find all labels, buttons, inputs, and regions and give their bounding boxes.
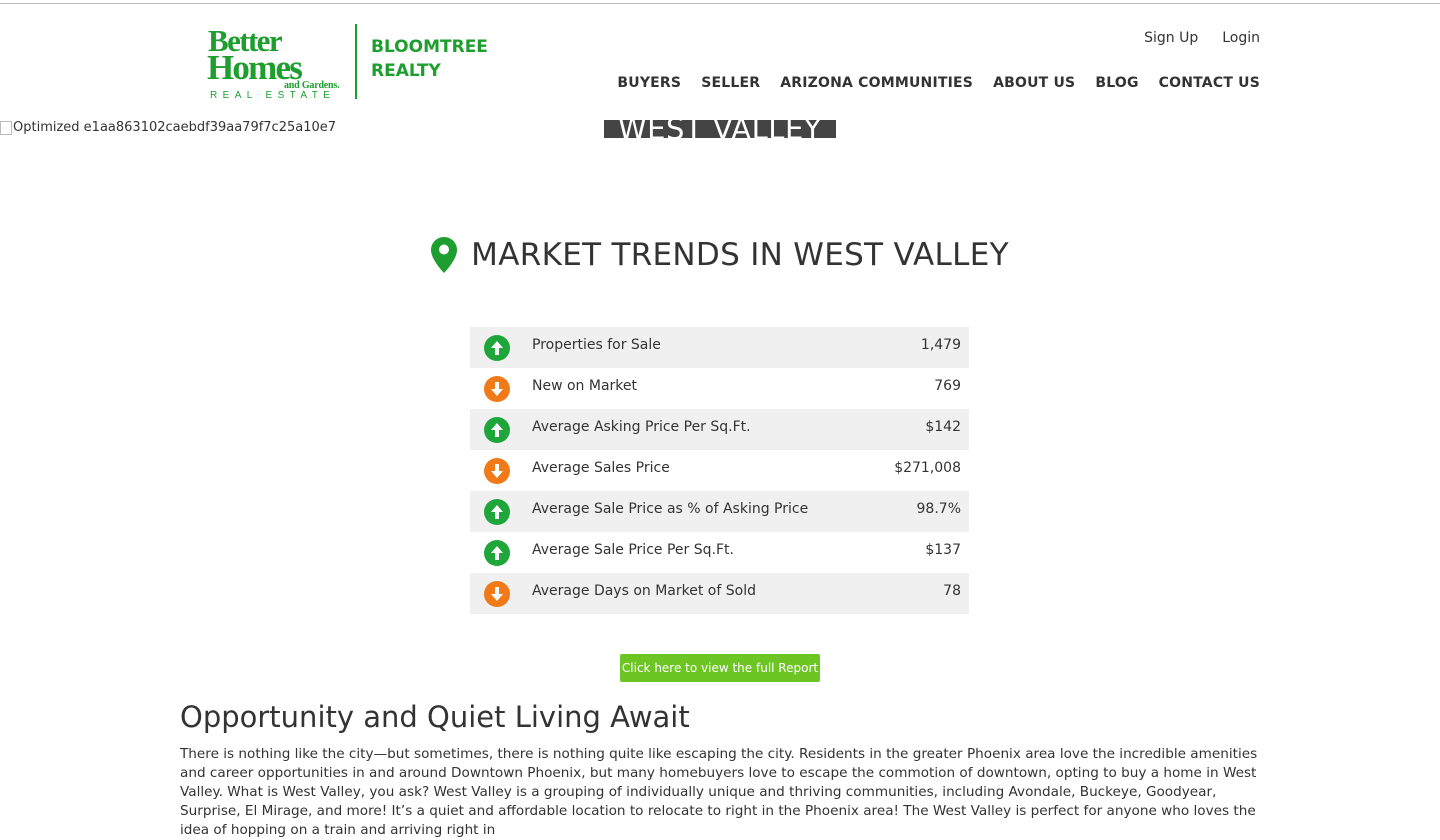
trend-down-icon	[484, 581, 510, 607]
logo-divider	[355, 24, 357, 99]
trend-down-icon	[484, 376, 510, 402]
stat-value: $271,008	[894, 460, 961, 476]
login-link[interactable]: Login	[1222, 30, 1260, 46]
nav-seller[interactable]: SELLER	[701, 75, 760, 91]
stat-value: $142	[925, 419, 961, 435]
full-report-button[interactable]: Click here to view the full Report	[620, 654, 820, 682]
brand-line-1: BLOOMTREE	[371, 37, 488, 57]
stat-row: Average Sale Price Per Sq.Ft. $137	[470, 532, 969, 573]
trend-up-icon	[484, 335, 510, 361]
trend-up-icon	[484, 540, 510, 566]
nav-buyers[interactable]: BUYERS	[617, 75, 681, 91]
stat-value: $137	[925, 542, 961, 558]
hero-image-broken: Optimized e1aa863102caebdf39aa79f7c25a10…	[0, 120, 336, 135]
nav-blog[interactable]: BLOG	[1095, 75, 1138, 91]
logo-brand-name: BLOOMTREE REALTY	[371, 35, 511, 83]
hero-banner-title: WEST VALLEY	[617, 120, 822, 138]
stat-label: Properties for Sale	[532, 337, 661, 353]
nav-contact-us[interactable]: CONTACT US	[1159, 75, 1260, 91]
nav-arizona-communities[interactable]: ARIZONA COMMUNITIES	[780, 75, 973, 91]
trend-down-icon	[484, 458, 510, 484]
nav-about-us[interactable]: ABOUT US	[993, 75, 1075, 91]
stat-row: Average Days on Market of Sold 78	[470, 573, 969, 614]
market-trends-title: MARKET TRENDS IN WEST VALLEY	[471, 237, 1009, 273]
section-heading: Opportunity and Quiet Living Await	[180, 700, 690, 734]
trend-up-icon	[484, 499, 510, 525]
stat-row: Average Sale Price as % of Asking Price …	[470, 491, 969, 532]
stat-label: Average Days on Market of Sold	[532, 583, 756, 599]
stat-label: Average Asking Price Per Sq.Ft.	[532, 419, 751, 435]
trend-up-icon	[484, 417, 510, 443]
stat-label: Average Sales Price	[532, 460, 670, 476]
bhg-logo: Better Homes and Gardens. REAL ESTATE	[207, 24, 347, 102]
stat-label: Average Sale Price as % of Asking Price	[532, 501, 809, 517]
stat-row: Properties for Sale 1,479	[470, 327, 969, 368]
stat-label: New on Market	[532, 378, 637, 394]
stat-label: Average Sale Price Per Sq.Ft.	[532, 542, 734, 558]
stat-value: 769	[934, 378, 961, 394]
hero-banner: WEST VALLEY	[604, 120, 836, 138]
brand-line-2: REALTY	[371, 61, 441, 81]
top-border	[0, 3, 1440, 4]
stat-value: 98.7%	[916, 501, 961, 517]
account-nav: Sign Up Login	[1144, 30, 1260, 46]
site-logo[interactable]: Better Homes and Gardens. REAL ESTATE BL…	[207, 24, 497, 102]
stat-row: Average Asking Price Per Sq.Ft. $142	[470, 409, 969, 450]
section-body-text: There is nothing like the city—but somet…	[180, 746, 1258, 838]
broken-image-icon	[0, 120, 12, 135]
market-trends-header: MARKET TRENDS IN WEST VALLEY	[0, 237, 1440, 273]
main-nav: BUYERS SELLER ARIZONA COMMUNITIES ABOUT …	[617, 75, 1260, 91]
stat-row: Average Sales Price $271,008	[470, 450, 969, 491]
stat-value: 1,479	[920, 337, 961, 353]
market-stats-table: Properties for Sale 1,479 New on Market …	[470, 327, 969, 614]
map-pin-icon	[431, 237, 458, 273]
logo-line-real-estate: REAL ESTATE	[210, 90, 336, 101]
stat-value: 78	[943, 583, 961, 599]
sign-up-link[interactable]: Sign Up	[1144, 30, 1198, 46]
stat-row: New on Market 769	[470, 368, 969, 409]
hero-image-alt-text: Optimized e1aa863102caebdf39aa79f7c25a10…	[13, 120, 337, 135]
